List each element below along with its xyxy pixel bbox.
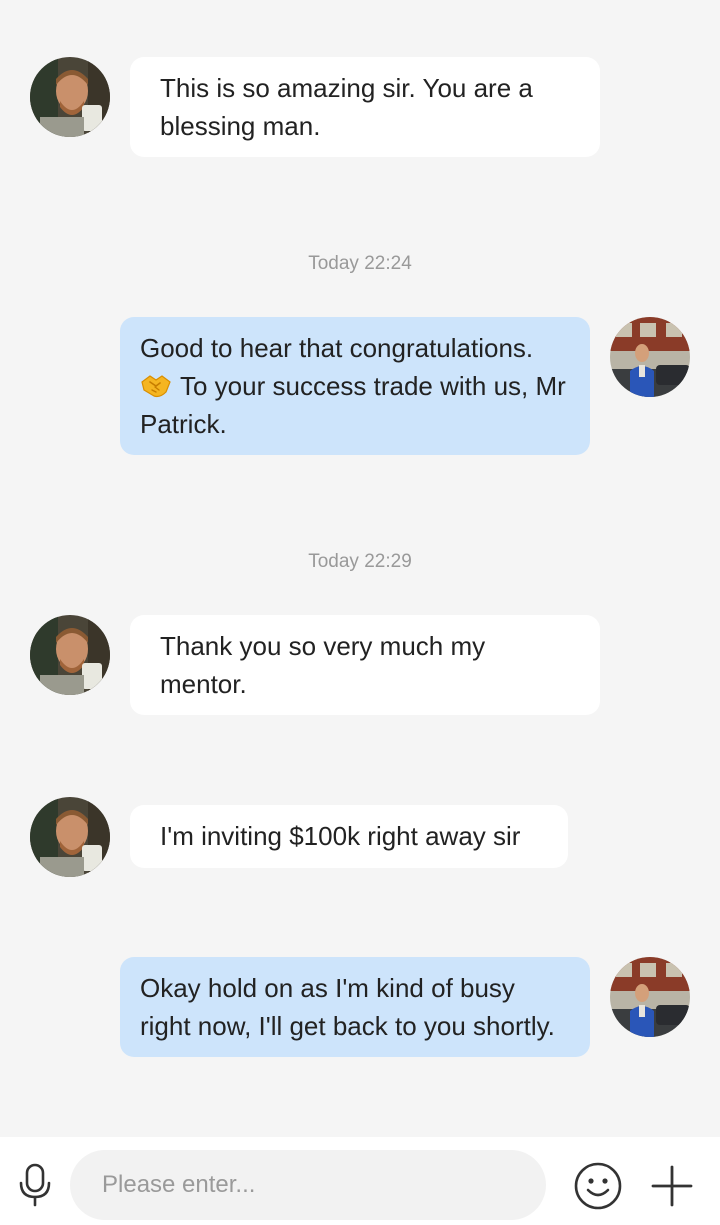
message-text: This is so amazing sir. You are a blessi…: [160, 73, 533, 141]
message-text: I'm inviting $100k right away sir: [160, 821, 521, 851]
sender-avatar[interactable]: [30, 57, 110, 137]
plus-icon[interactable]: [650, 1164, 694, 1208]
sender-avatar[interactable]: [30, 797, 110, 877]
message-text: Thank you so very much my mentor.: [160, 631, 486, 699]
message-input[interactable]: [70, 1150, 546, 1220]
message-text: Good to hear that congratulations.: [140, 333, 534, 363]
outgoing-message-bubble[interactable]: Okay hold on as I'm kind of busy right n…: [120, 957, 590, 1057]
chat-screen: This is so amazing sir. You are a blessi…: [0, 0, 720, 1225]
microphone-icon[interactable]: [17, 1163, 53, 1207]
incoming-message-bubble[interactable]: Thank you so very much my mentor.: [130, 615, 600, 715]
own-avatar[interactable]: [610, 317, 690, 397]
sender-avatar[interactable]: [30, 615, 110, 695]
incoming-message-bubble[interactable]: This is so amazing sir. You are a blessi…: [130, 57, 600, 157]
message-text: To your success trade with us, Mr Patric…: [140, 371, 566, 439]
message-input-bar: [0, 1137, 720, 1225]
message-text: Okay hold on as I'm kind of busy right n…: [140, 973, 555, 1041]
handshake-icon: [140, 370, 172, 400]
smiley-icon[interactable]: [573, 1161, 623, 1211]
own-avatar[interactable]: [610, 957, 690, 1037]
outgoing-message-bubble[interactable]: Good to hear that congratulations. To yo…: [120, 317, 590, 455]
message-timestamp: Today 22:24: [308, 253, 412, 274]
incoming-message-bubble[interactable]: I'm inviting $100k right away sir: [130, 805, 568, 868]
message-timestamp: Today 22:29: [308, 551, 412, 572]
